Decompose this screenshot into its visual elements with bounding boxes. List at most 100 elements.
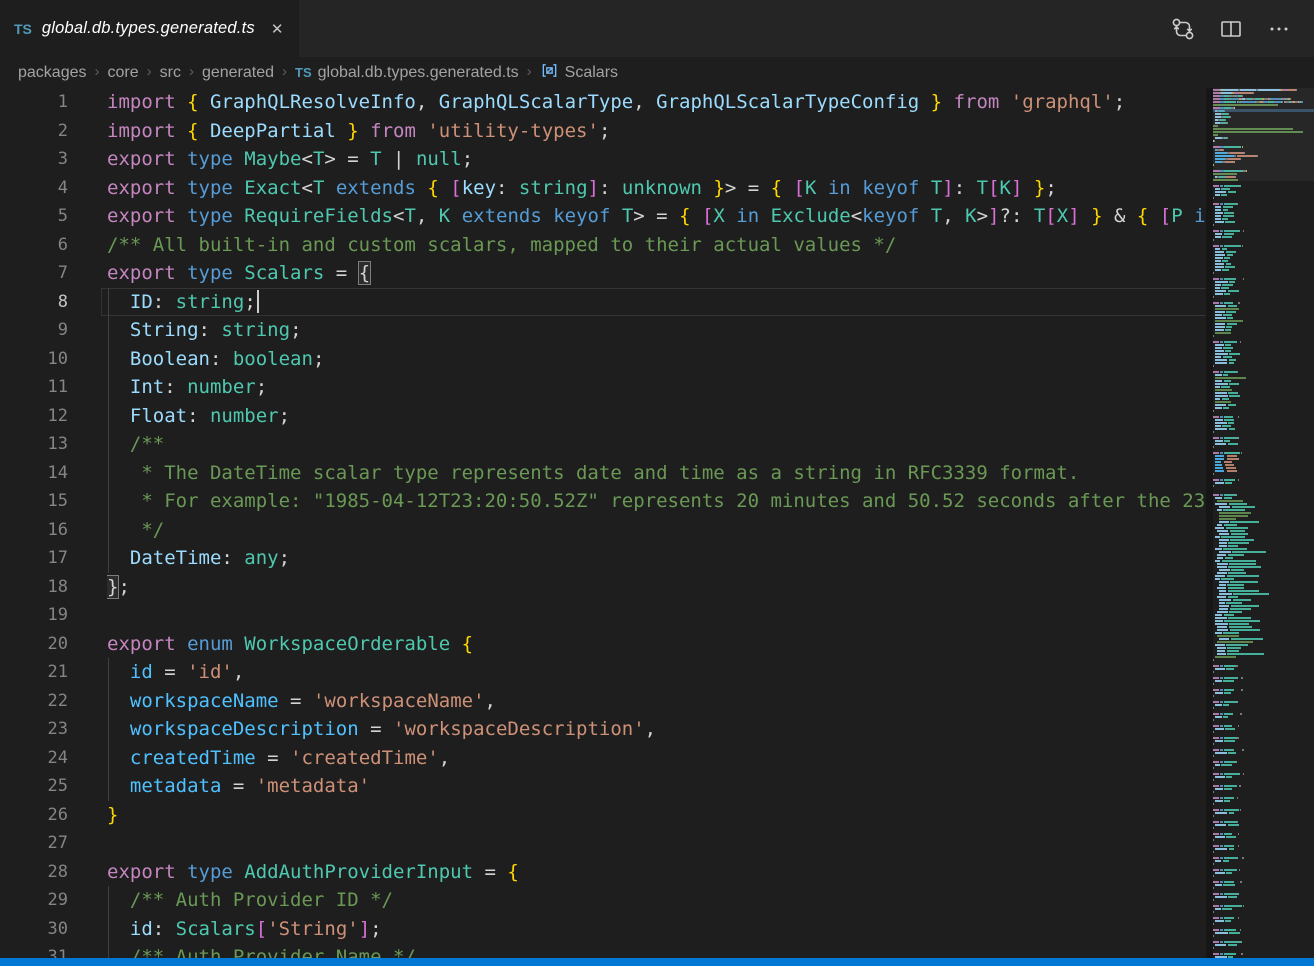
code-line[interactable]: 8 ID: string; xyxy=(0,288,1206,317)
minimap[interactable] xyxy=(1213,88,1314,958)
line-number[interactable]: 18 xyxy=(0,573,68,602)
open-changes-button[interactable] xyxy=(1166,12,1200,46)
split-editor-button[interactable] xyxy=(1214,12,1248,46)
line-number[interactable]: 9 xyxy=(0,316,68,345)
breadcrumb-item-src[interactable]: src xyxy=(160,64,181,82)
line-number[interactable]: 7 xyxy=(0,259,68,288)
code-line[interactable]: 31 /** Auth Provider Name */ xyxy=(0,943,1206,958)
line-number[interactable]: 11 xyxy=(0,373,68,402)
code-line-text: /** All built-in and custom scalars, map… xyxy=(107,231,1206,260)
compare-changes-icon xyxy=(1170,16,1196,42)
code-line-text: * The DateTime scalar type represents da… xyxy=(107,459,1206,488)
code-line[interactable]: 19 xyxy=(0,601,1206,630)
line-number[interactable]: 26 xyxy=(0,801,68,830)
line-number[interactable]: 4 xyxy=(0,174,68,203)
code-line[interactable]: 18}; xyxy=(0,573,1206,602)
code-line[interactable]: 11 Int: number; xyxy=(0,373,1206,402)
code-line[interactable]: 7export type Scalars = { xyxy=(0,259,1206,288)
code-line[interactable]: 26} xyxy=(0,801,1206,830)
code-line[interactable]: 6 /** All built-in and custom scalars, ma… xyxy=(0,231,1206,260)
line-number[interactable]: 21 xyxy=(0,658,68,687)
line-number[interactable]: 27 xyxy=(0,829,68,858)
breadcrumb-item-packages[interactable]: packages xyxy=(18,64,87,82)
line-number[interactable]: 3 xyxy=(0,145,68,174)
text-cursor xyxy=(257,290,259,313)
code-line[interactable]: 25 metadata = 'metadata' xyxy=(0,772,1206,801)
line-number[interactable]: 22 xyxy=(0,687,68,716)
editor[interactable]: 1import { GraphQLResolveInfo, GraphQLSca… xyxy=(0,88,1206,958)
code-line-text: /** Auth Provider ID */ xyxy=(107,886,1206,915)
code-line[interactable]: 17 DateTime: any; xyxy=(0,544,1206,573)
line-number[interactable]: 16 xyxy=(0,516,68,545)
line-number[interactable]: 1 xyxy=(0,88,68,117)
code-line[interactable]: 29 /** Auth Provider ID */ xyxy=(0,886,1206,915)
tab-close-icon[interactable]: ✕ xyxy=(271,20,284,38)
code-line-text: Int: number; xyxy=(107,373,1206,402)
line-number[interactable]: 31 xyxy=(0,943,68,958)
line-number[interactable]: 6 xyxy=(0,231,68,260)
code-line[interactable]: 20 export enum WorkspaceOrderable { xyxy=(0,630,1206,659)
code-line[interactable]: 16 */ xyxy=(0,516,1206,545)
breadcrumb-separator: › xyxy=(147,63,152,80)
status-bar[interactable] xyxy=(0,958,1314,966)
line-number[interactable]: 29 xyxy=(0,886,68,915)
line-number[interactable]: 25 xyxy=(0,772,68,801)
code-line-text: /** xyxy=(107,430,1206,459)
breadcrumb-item-scalars[interactable]: Scalars xyxy=(540,61,618,85)
code-line[interactable]: 23 workspaceDescription = 'workspaceDesc… xyxy=(0,715,1206,744)
code-line[interactable]: 27 xyxy=(0,829,1206,858)
code-line-text: export enum WorkspaceOrderable { xyxy=(107,630,1206,659)
breadcrumb-item-core[interactable]: core xyxy=(108,64,139,82)
code-line-text xyxy=(107,601,1206,630)
code-line[interactable]: 13 /** xyxy=(0,430,1206,459)
code-line[interactable]: 22 workspaceName = 'workspaceName', xyxy=(0,687,1206,716)
code-line[interactable]: 30 id: Scalars['String']; xyxy=(0,915,1206,944)
code-line-text: } xyxy=(107,801,1206,830)
breadcrumb-separator: › xyxy=(527,63,532,80)
code-line[interactable]: 14 * The DateTime scalar type represents… xyxy=(0,459,1206,488)
code-line[interactable]: 2import { DeepPartial } from 'utility-ty… xyxy=(0,117,1206,146)
breadcrumb-item-global-db-types-generated-ts[interactable]: TS global.db.types.generated.ts xyxy=(295,64,519,82)
line-number[interactable]: 13 xyxy=(0,430,68,459)
line-number[interactable]: 17 xyxy=(0,544,68,573)
line-number[interactable]: 12 xyxy=(0,402,68,431)
tab-global-db-types-generated-ts[interactable]: TS global.db.types.generated.ts ✕ xyxy=(0,0,299,57)
line-number[interactable]: 23 xyxy=(0,715,68,744)
code-line[interactable]: 21 id = 'id', xyxy=(0,658,1206,687)
code-line-text: ID: string; xyxy=(107,288,1206,317)
line-number[interactable]: 20 xyxy=(0,630,68,659)
more-actions-button[interactable] xyxy=(1262,12,1296,46)
code-line[interactable]: 15 * For example: "1985-04-12T23:20:50.5… xyxy=(0,487,1206,516)
breadcrumb-item-generated[interactable]: generated xyxy=(202,64,274,82)
line-number[interactable]: 8 xyxy=(0,288,68,317)
code-line[interactable]: 24 createdTime = 'createdTime', xyxy=(0,744,1206,773)
code-line[interactable]: 28export type AddAuthProviderInput = { xyxy=(0,858,1206,887)
line-number[interactable]: 5 xyxy=(0,202,68,231)
code-line[interactable]: 5 export type RequireFields<T, K extends … xyxy=(0,202,1206,231)
line-number[interactable]: 19 xyxy=(0,601,68,630)
breadcrumb-separator: › xyxy=(95,63,100,80)
code-line[interactable]: 12 Float: number; xyxy=(0,402,1206,431)
code-line-text: Float: number; xyxy=(107,402,1206,431)
code-line-text: export type RequireFields<T, K extends k… xyxy=(107,202,1206,231)
code-line[interactable]: 10 Boolean: boolean; xyxy=(0,345,1206,374)
line-number[interactable]: 15 xyxy=(0,487,68,516)
line-number[interactable]: 30 xyxy=(0,915,68,944)
code-line-text: /** Auth Provider Name */ xyxy=(107,943,1206,958)
code-line[interactable]: 3export type Maybe<T> = T | null; xyxy=(0,145,1206,174)
code-line[interactable]: 9 String: string; xyxy=(0,316,1206,345)
line-number[interactable]: 24 xyxy=(0,744,68,773)
vscode-window: TS global.db.types.generated.ts ✕ xyxy=(0,0,1314,966)
typescript-file-icon: TS xyxy=(295,65,312,80)
line-number[interactable]: 28 xyxy=(0,858,68,887)
breadcrumb-label: global.db.types.generated.ts xyxy=(318,64,519,82)
code-line-text xyxy=(107,829,1206,858)
code-line[interactable]: 1import { GraphQLResolveInfo, GraphQLSca… xyxy=(0,88,1206,117)
code-line-text: id: Scalars['String']; xyxy=(107,915,1206,944)
line-number[interactable]: 2 xyxy=(0,117,68,146)
breadcrumb-label: generated xyxy=(202,64,274,82)
line-number[interactable]: 14 xyxy=(0,459,68,488)
line-number[interactable]: 10 xyxy=(0,345,68,374)
code-line[interactable]: 4export type Exact<T extends { [key: str… xyxy=(0,174,1206,203)
breadcrumb-separator: › xyxy=(282,63,287,80)
